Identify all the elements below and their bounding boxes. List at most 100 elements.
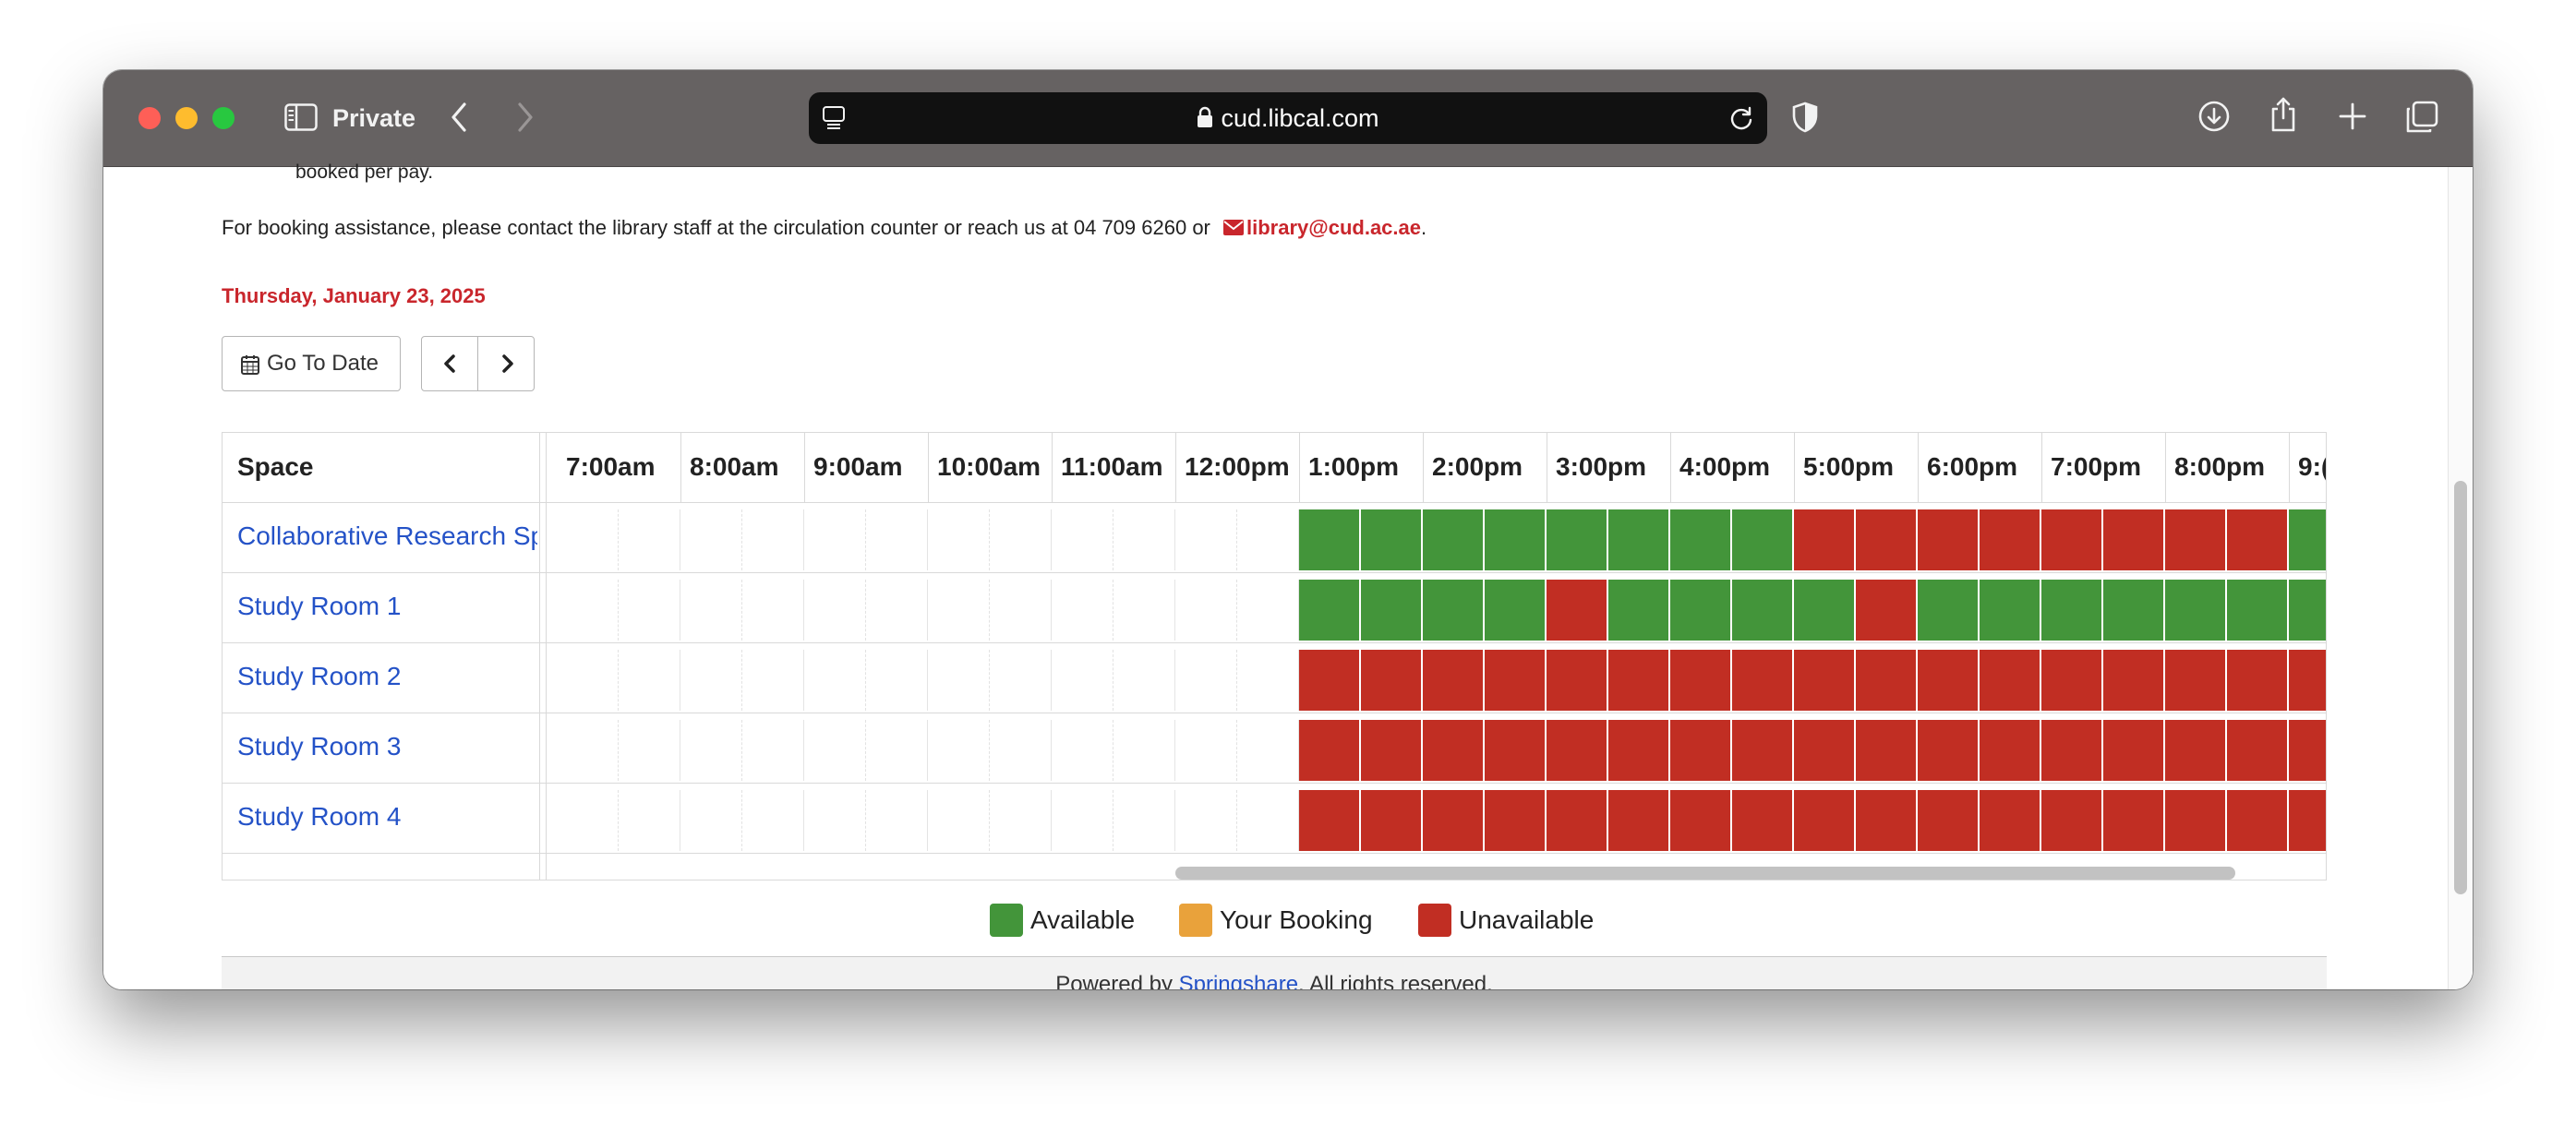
address-bar[interactable]: cud.libcal.com: [809, 92, 1767, 144]
available-slot[interactable]: [1423, 509, 1485, 570]
legend-label: Unavailable: [1459, 905, 1595, 934]
minimize-window-button[interactable]: [175, 107, 198, 129]
available-slot[interactable]: [1299, 509, 1361, 570]
tab-overview-icon[interactable]: [2404, 100, 2439, 135]
close-window-button[interactable]: [138, 107, 161, 129]
empty-slot: [557, 650, 619, 711]
next-day-button[interactable]: [477, 336, 535, 391]
empty-slot: [1175, 580, 1237, 641]
available-slot[interactable]: [1732, 509, 1794, 570]
privacy-shield-icon[interactable]: [1791, 102, 1819, 133]
empty-slot: [680, 790, 742, 851]
available-slot[interactable]: [1732, 580, 1794, 641]
empty-slot: [1052, 509, 1113, 570]
available-slot[interactable]: [2165, 580, 2227, 641]
empty-slot: [928, 720, 990, 781]
page-scrollbar-thumb[interactable]: [2454, 481, 2467, 894]
available-slot[interactable]: [1547, 509, 1608, 570]
legend-swatch: [1179, 904, 1212, 937]
available-slot[interactable]: [1608, 509, 1670, 570]
empty-slot: [619, 790, 680, 851]
unavailable-slot: [1485, 790, 1547, 851]
available-slot[interactable]: [1361, 509, 1423, 570]
reload-icon[interactable]: [1728, 105, 1754, 131]
library-email-link[interactable]: library@cud.ac.ae: [1246, 216, 1421, 239]
calendar-icon: [241, 354, 259, 381]
empty-slot: [742, 650, 804, 711]
legend-label: Available: [1030, 905, 1136, 934]
legend-swatch: [990, 904, 1023, 937]
empty-slot: [1052, 790, 1113, 851]
available-slot[interactable]: [2289, 509, 2326, 570]
empty-slot: [557, 509, 619, 570]
unavailable-slot: [1980, 650, 2041, 711]
empty-slot: [990, 650, 1052, 711]
zoom-window-button[interactable]: [212, 107, 235, 129]
page-scrollbar-track: [2448, 167, 2473, 989]
room-link[interactable]: Study Room 3: [237, 731, 537, 762]
back-arrow-icon[interactable]: [449, 102, 469, 133]
empty-slot: [1175, 790, 1237, 851]
horizontal-scrollbar[interactable]: [1175, 867, 2235, 880]
empty-slot: [928, 650, 990, 711]
unavailable-slot: [2165, 790, 2227, 851]
empty-slot: [557, 720, 619, 781]
previous-day-button[interactable]: [421, 336, 478, 391]
available-slot[interactable]: [1485, 580, 1547, 641]
empty-slot: [1113, 509, 1175, 570]
available-slot[interactable]: [1918, 580, 1980, 641]
empty-slot: [619, 650, 680, 711]
unavailable-slot: [1361, 720, 1423, 781]
unavailable-slot: [1299, 790, 1361, 851]
legend-item: Available: [990, 904, 1135, 937]
unavailable-slot: [2289, 720, 2326, 781]
available-slot[interactable]: [1980, 580, 2041, 641]
empty-slot: [619, 509, 680, 570]
available-slot[interactable]: [1485, 509, 1547, 570]
forward-arrow-icon[interactable]: [515, 102, 536, 133]
available-slot[interactable]: [1670, 509, 1732, 570]
unavailable-slot: [1547, 580, 1608, 641]
lock-icon: [1197, 105, 1213, 135]
room-link[interactable]: Collaborative Research Space: [237, 521, 537, 552]
room-link[interactable]: Study Room 2: [237, 661, 537, 692]
new-tab-icon[interactable]: [2338, 102, 2367, 131]
sidebar-toggle-icon[interactable]: [284, 103, 318, 131]
unavailable-slot: [1670, 790, 1732, 851]
available-slot[interactable]: [2289, 580, 2326, 641]
unavailable-slot: [2227, 509, 2289, 570]
available-slot[interactable]: [1608, 580, 1670, 641]
available-slot[interactable]: [2041, 580, 2103, 641]
hour-divider: [2041, 433, 2042, 502]
browser-window: Private cud.libcal.com booked per pay. F…: [103, 70, 2473, 989]
unavailable-slot: [1732, 790, 1794, 851]
springshare-link[interactable]: Springshare: [1179, 972, 1298, 989]
empty-slot: [680, 650, 742, 711]
unavailable-slot: [2103, 790, 2165, 851]
available-slot[interactable]: [1299, 580, 1361, 641]
private-mode-label: Private: [332, 104, 416, 132]
empty-slot: [557, 790, 619, 851]
room-link[interactable]: Study Room 1: [237, 591, 537, 622]
go-to-date-button[interactable]: Go To Date: [222, 336, 401, 391]
share-icon[interactable]: [2268, 96, 2299, 133]
empty-slot: [990, 790, 1052, 851]
available-slot[interactable]: [1423, 580, 1485, 641]
unavailable-slot: [1423, 790, 1485, 851]
available-slot[interactable]: [1361, 580, 1423, 641]
hour-header: 11:00am: [1061, 452, 1163, 481]
download-icon[interactable]: [2197, 100, 2231, 133]
hour-header: 8:00am: [690, 452, 779, 481]
available-slot[interactable]: [2227, 580, 2289, 641]
browser-toolbar: Private cud.libcal.com: [103, 70, 2473, 167]
unavailable-slot: [1547, 790, 1608, 851]
unavailable-slot: [1856, 790, 1918, 851]
assistance-text: For booking assistance, please contact t…: [222, 215, 1426, 242]
unavailable-slot: [1299, 720, 1361, 781]
available-slot[interactable]: [1794, 580, 1856, 641]
available-slot[interactable]: [1670, 580, 1732, 641]
hour-header: 3:00pm: [1556, 452, 1647, 481]
room-link[interactable]: Study Room 4: [237, 801, 537, 833]
available-slot[interactable]: [2103, 580, 2165, 641]
unavailable-slot: [2227, 790, 2289, 851]
